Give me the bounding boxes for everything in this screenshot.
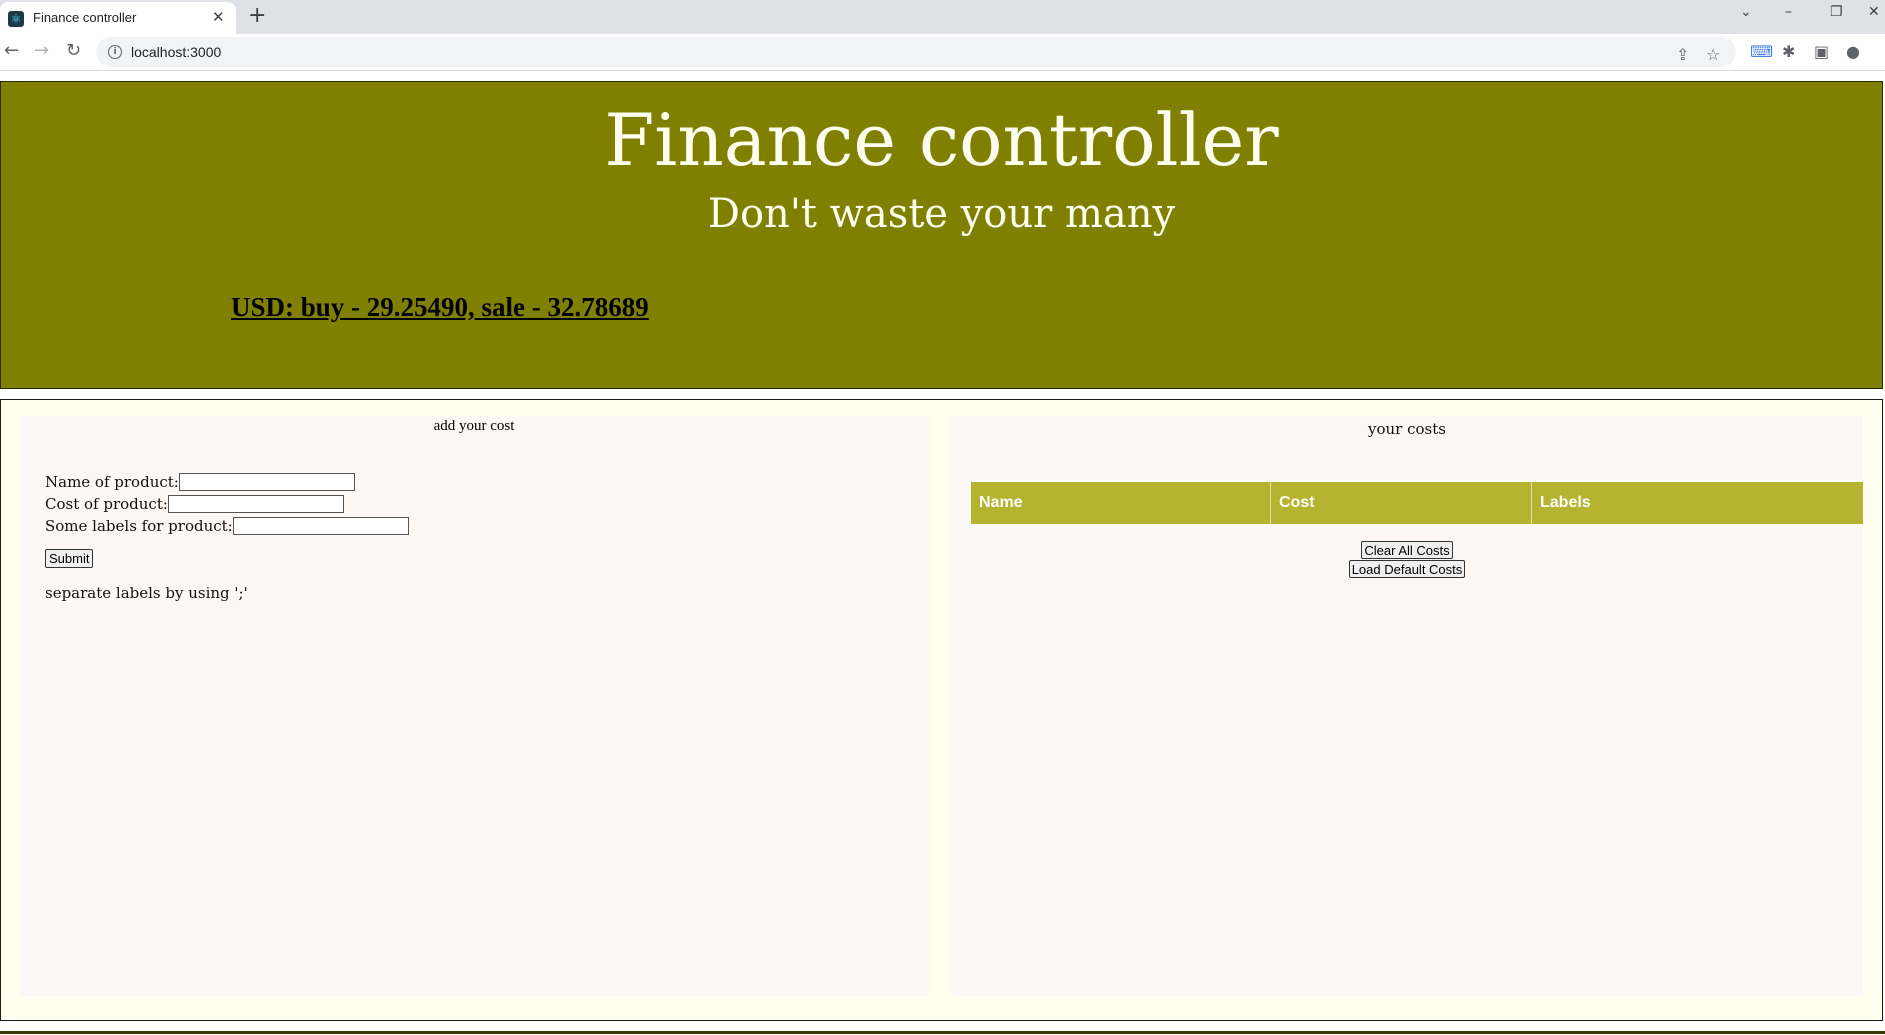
costs-table: Name Cost Labels [971,482,1863,524]
footer-divider [0,1031,1885,1034]
labels-label: Some labels for product: [45,517,233,535]
info-icon[interactable]: i [108,45,122,59]
labels-input[interactable] [232,517,409,535]
restore-icon[interactable]: ❐ [1830,4,1843,20]
column-header-cost: Cost [1270,482,1532,524]
sidepanel-icon[interactable]: ▣ [1814,42,1829,61]
clear-all-costs-button[interactable]: Clear All Costs [1361,541,1453,559]
cost-label: Cost of product: [45,495,168,513]
name-input[interactable] [178,473,355,491]
forward-icon[interactable]: → [34,40,49,61]
star-icon[interactable]: ☆ [1706,45,1720,64]
tab-close-icon[interactable]: ✕ [212,8,225,26]
add-cost-panel: add your cost Name of product: Cost of p… [19,416,929,996]
react-favicon-icon: ⚛ [8,11,24,27]
share-icon[interactable]: ⇪ [1676,45,1689,64]
column-header-labels: Labels [1531,482,1863,524]
page: Finance controller Don't waste your many… [0,71,1885,1035]
minimize-icon[interactable]: – [1785,4,1792,20]
costs-panel: your costs Name Cost Labels Clear All Co… [951,416,1863,996]
app-header: Finance controller Don't waste your many… [0,81,1883,389]
new-tab-button[interactable]: + [248,3,266,28]
labels-hint: separate labels by using ';' [45,584,248,602]
extensions-icon[interactable]: ✱ [1782,42,1795,61]
browser-toolbar: ← → ↻ i localhost:3000 ⇪ ☆ ⌨ ✱ ▣ ● [0,34,1885,71]
translate-icon[interactable]: ⌨ [1750,42,1773,61]
page-subtitle: Don't waste your many [707,191,1176,237]
reload-icon[interactable]: ↻ [66,40,81,61]
browser-tab[interactable]: ⚛ Finance controller ✕ [0,2,236,34]
name-label: Name of product: [45,473,179,491]
usd-rate-link[interactable]: USD: buy - 29.25490, sale - 32.78689 [231,292,649,323]
back-icon[interactable]: ← [4,40,19,61]
costs-actions: Clear All Costs Load Default Costs [951,541,1863,579]
tab-title: Finance controller [33,10,137,25]
browser-tab-bar: ⚛ Finance controller ✕ + ⌄ – ❐ ✕ [0,0,1885,34]
tab-search-icon[interactable]: ⌄ [1740,4,1752,20]
costs-heading: your costs [1368,420,1446,438]
load-default-costs-button[interactable]: Load Default Costs [1348,560,1466,578]
cost-input[interactable] [167,495,344,513]
submit-button[interactable]: Submit [45,549,94,568]
profile-icon[interactable]: ● [1846,42,1860,61]
add-cost-form: Name of product: Cost of product: Some l… [45,471,409,602]
page-title: Finance controller [604,98,1279,182]
add-cost-heading: add your cost [433,418,515,434]
close-window-icon[interactable]: ✕ [1868,4,1880,20]
address-bar[interactable]: i localhost:3000 ⇪ ☆ [96,37,1736,67]
url-text[interactable]: localhost:3000 [131,44,221,60]
column-header-name: Name [971,482,1271,524]
main-area: add your cost Name of product: Cost of p… [0,399,1883,1021]
